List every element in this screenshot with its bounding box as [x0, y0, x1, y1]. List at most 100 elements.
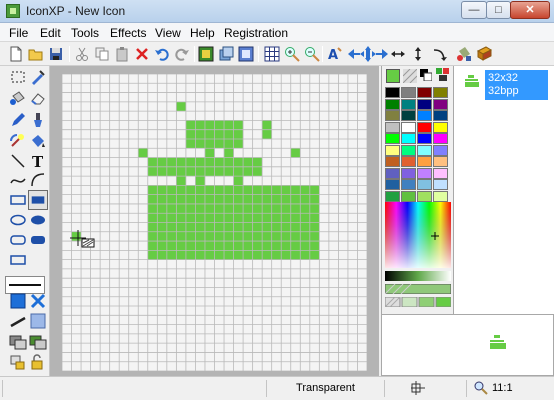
- color-swatch[interactable]: [401, 144, 416, 156]
- color-swatch[interactable]: [385, 121, 400, 133]
- magic-wand-tool[interactable]: [9, 132, 27, 150]
- line-tool[interactable]: [9, 152, 27, 170]
- move-right-icon[interactable]: [374, 46, 390, 62]
- flip-vertical-icon[interactable]: [410, 46, 426, 62]
- color-mode-icon[interactable]: [436, 68, 450, 82]
- color-swatch[interactable]: [385, 87, 400, 98]
- fill-icon[interactable]: [456, 46, 472, 62]
- zoom-in-icon[interactable]: [284, 46, 300, 62]
- import-icon[interactable]: [198, 46, 214, 62]
- export-icon[interactable]: [218, 46, 234, 62]
- color-swatch[interactable]: [417, 156, 432, 167]
- minimize-button[interactable]: —: [461, 1, 487, 19]
- picker-tool[interactable]: [29, 68, 47, 86]
- color-swatch[interactable]: [433, 87, 448, 98]
- text-icon[interactable]: A: [326, 46, 342, 62]
- menu-registration[interactable]: Registration: [224, 26, 288, 40]
- eraser-tool[interactable]: [29, 89, 47, 107]
- pencil-tool[interactable]: [9, 111, 27, 129]
- arc-tool[interactable]: [29, 171, 47, 189]
- color-swatch[interactable]: [433, 190, 448, 202]
- color-swatch[interactable]: [417, 167, 432, 179]
- brightness-slider[interactable]: [385, 271, 451, 281]
- color-swatch[interactable]: [433, 121, 448, 133]
- maximize-button[interactable]: □: [486, 1, 511, 19]
- zoom-out-icon[interactable]: [304, 46, 320, 62]
- rectangle-tool[interactable]: [9, 191, 27, 209]
- color-swatch[interactable]: [385, 156, 400, 167]
- unlock-icon[interactable]: [29, 353, 47, 371]
- color-swatch[interactable]: [417, 179, 432, 190]
- rotate-icon[interactable]: [432, 46, 448, 62]
- color-swatch[interactable]: [417, 121, 432, 133]
- color-swatch[interactable]: [417, 144, 432, 156]
- opacity-icon[interactable]: [29, 312, 47, 330]
- new-icon[interactable]: [8, 46, 24, 62]
- color-swatch[interactable]: [401, 156, 416, 167]
- menu-help[interactable]: Help: [190, 26, 215, 40]
- save-icon[interactable]: [48, 46, 64, 62]
- color-swatch[interactable]: [385, 179, 400, 190]
- close-button[interactable]: ✕: [510, 1, 550, 19]
- color-swatch[interactable]: [385, 144, 400, 156]
- antialias-icon[interactable]: [9, 312, 27, 330]
- color-swatch[interactable]: [433, 167, 448, 179]
- color-swatch[interactable]: [417, 87, 432, 98]
- bucket-tool[interactable]: [29, 132, 47, 150]
- color-swatch[interactable]: [385, 190, 400, 202]
- grid-icon[interactable]: [264, 46, 280, 62]
- fill-tool[interactable]: [9, 89, 27, 107]
- flip-horizontal-icon[interactable]: [390, 46, 406, 62]
- ellipse-tool[interactable]: [9, 211, 27, 229]
- color-swatch[interactable]: [433, 156, 448, 167]
- color-swatch[interactable]: [433, 179, 448, 190]
- color-swatch[interactable]: [401, 167, 416, 179]
- canvas-area[interactable]: [50, 66, 379, 376]
- layers-alt-icon[interactable]: [29, 333, 47, 351]
- cut-icon[interactable]: [74, 46, 90, 62]
- color-swatch[interactable]: [401, 133, 416, 144]
- color-swatch[interactable]: [401, 98, 416, 110]
- layers-icon[interactable]: [9, 333, 27, 351]
- redo-icon[interactable]: [174, 46, 190, 62]
- menu-file[interactable]: File: [9, 26, 28, 40]
- menu-view[interactable]: View: [155, 26, 181, 40]
- transparent-swatch-icon[interactable]: [403, 69, 417, 83]
- delete-icon[interactable]: [134, 46, 150, 62]
- open-icon[interactable]: [28, 46, 44, 62]
- pixel-grid[interactable]: [62, 74, 367, 371]
- library-icon[interactable]: [476, 46, 492, 62]
- brush-tool[interactable]: [29, 111, 47, 129]
- rect-outline-tool[interactable]: [9, 251, 27, 269]
- color-swatch[interactable]: [433, 110, 448, 121]
- color-swatch[interactable]: [401, 179, 416, 190]
- color-swatch[interactable]: [417, 110, 432, 121]
- color-swatch[interactable]: [401, 87, 416, 98]
- color-swatch[interactable]: [385, 110, 400, 121]
- rounded-rect-tool[interactable]: [9, 231, 27, 249]
- color-swatch[interactable]: [417, 133, 432, 144]
- color-swatch[interactable]: [401, 110, 416, 121]
- color-swatch[interactable]: [433, 144, 448, 156]
- filled-rounded-rect-tool[interactable]: [29, 231, 47, 249]
- color-swatch[interactable]: [385, 98, 400, 110]
- color-spectrum[interactable]: [385, 202, 451, 268]
- menu-edit[interactable]: Edit: [40, 26, 61, 40]
- select-rect-tool[interactable]: [9, 68, 27, 86]
- text-tool[interactable]: T: [29, 152, 47, 170]
- fill-mode-solid-icon[interactable]: [9, 292, 27, 310]
- paste-icon[interactable]: [114, 46, 130, 62]
- color-swatch[interactable]: [385, 133, 400, 144]
- alpha-slider[interactable]: [385, 284, 451, 294]
- color-swatch[interactable]: [401, 121, 416, 133]
- menu-tools[interactable]: Tools: [71, 26, 99, 40]
- menu-effects[interactable]: Effects: [110, 26, 146, 40]
- copy-icon[interactable]: [94, 46, 110, 62]
- undo-icon[interactable]: [154, 46, 170, 62]
- lock-icon[interactable]: [9, 353, 27, 371]
- icon-format-item[interactable]: 32x32 32bpp: [485, 70, 548, 100]
- curve-tool[interactable]: [9, 171, 27, 189]
- color-swatch[interactable]: [417, 98, 432, 110]
- color-swatch[interactable]: [417, 190, 432, 202]
- primary-color-swatch[interactable]: [386, 69, 400, 83]
